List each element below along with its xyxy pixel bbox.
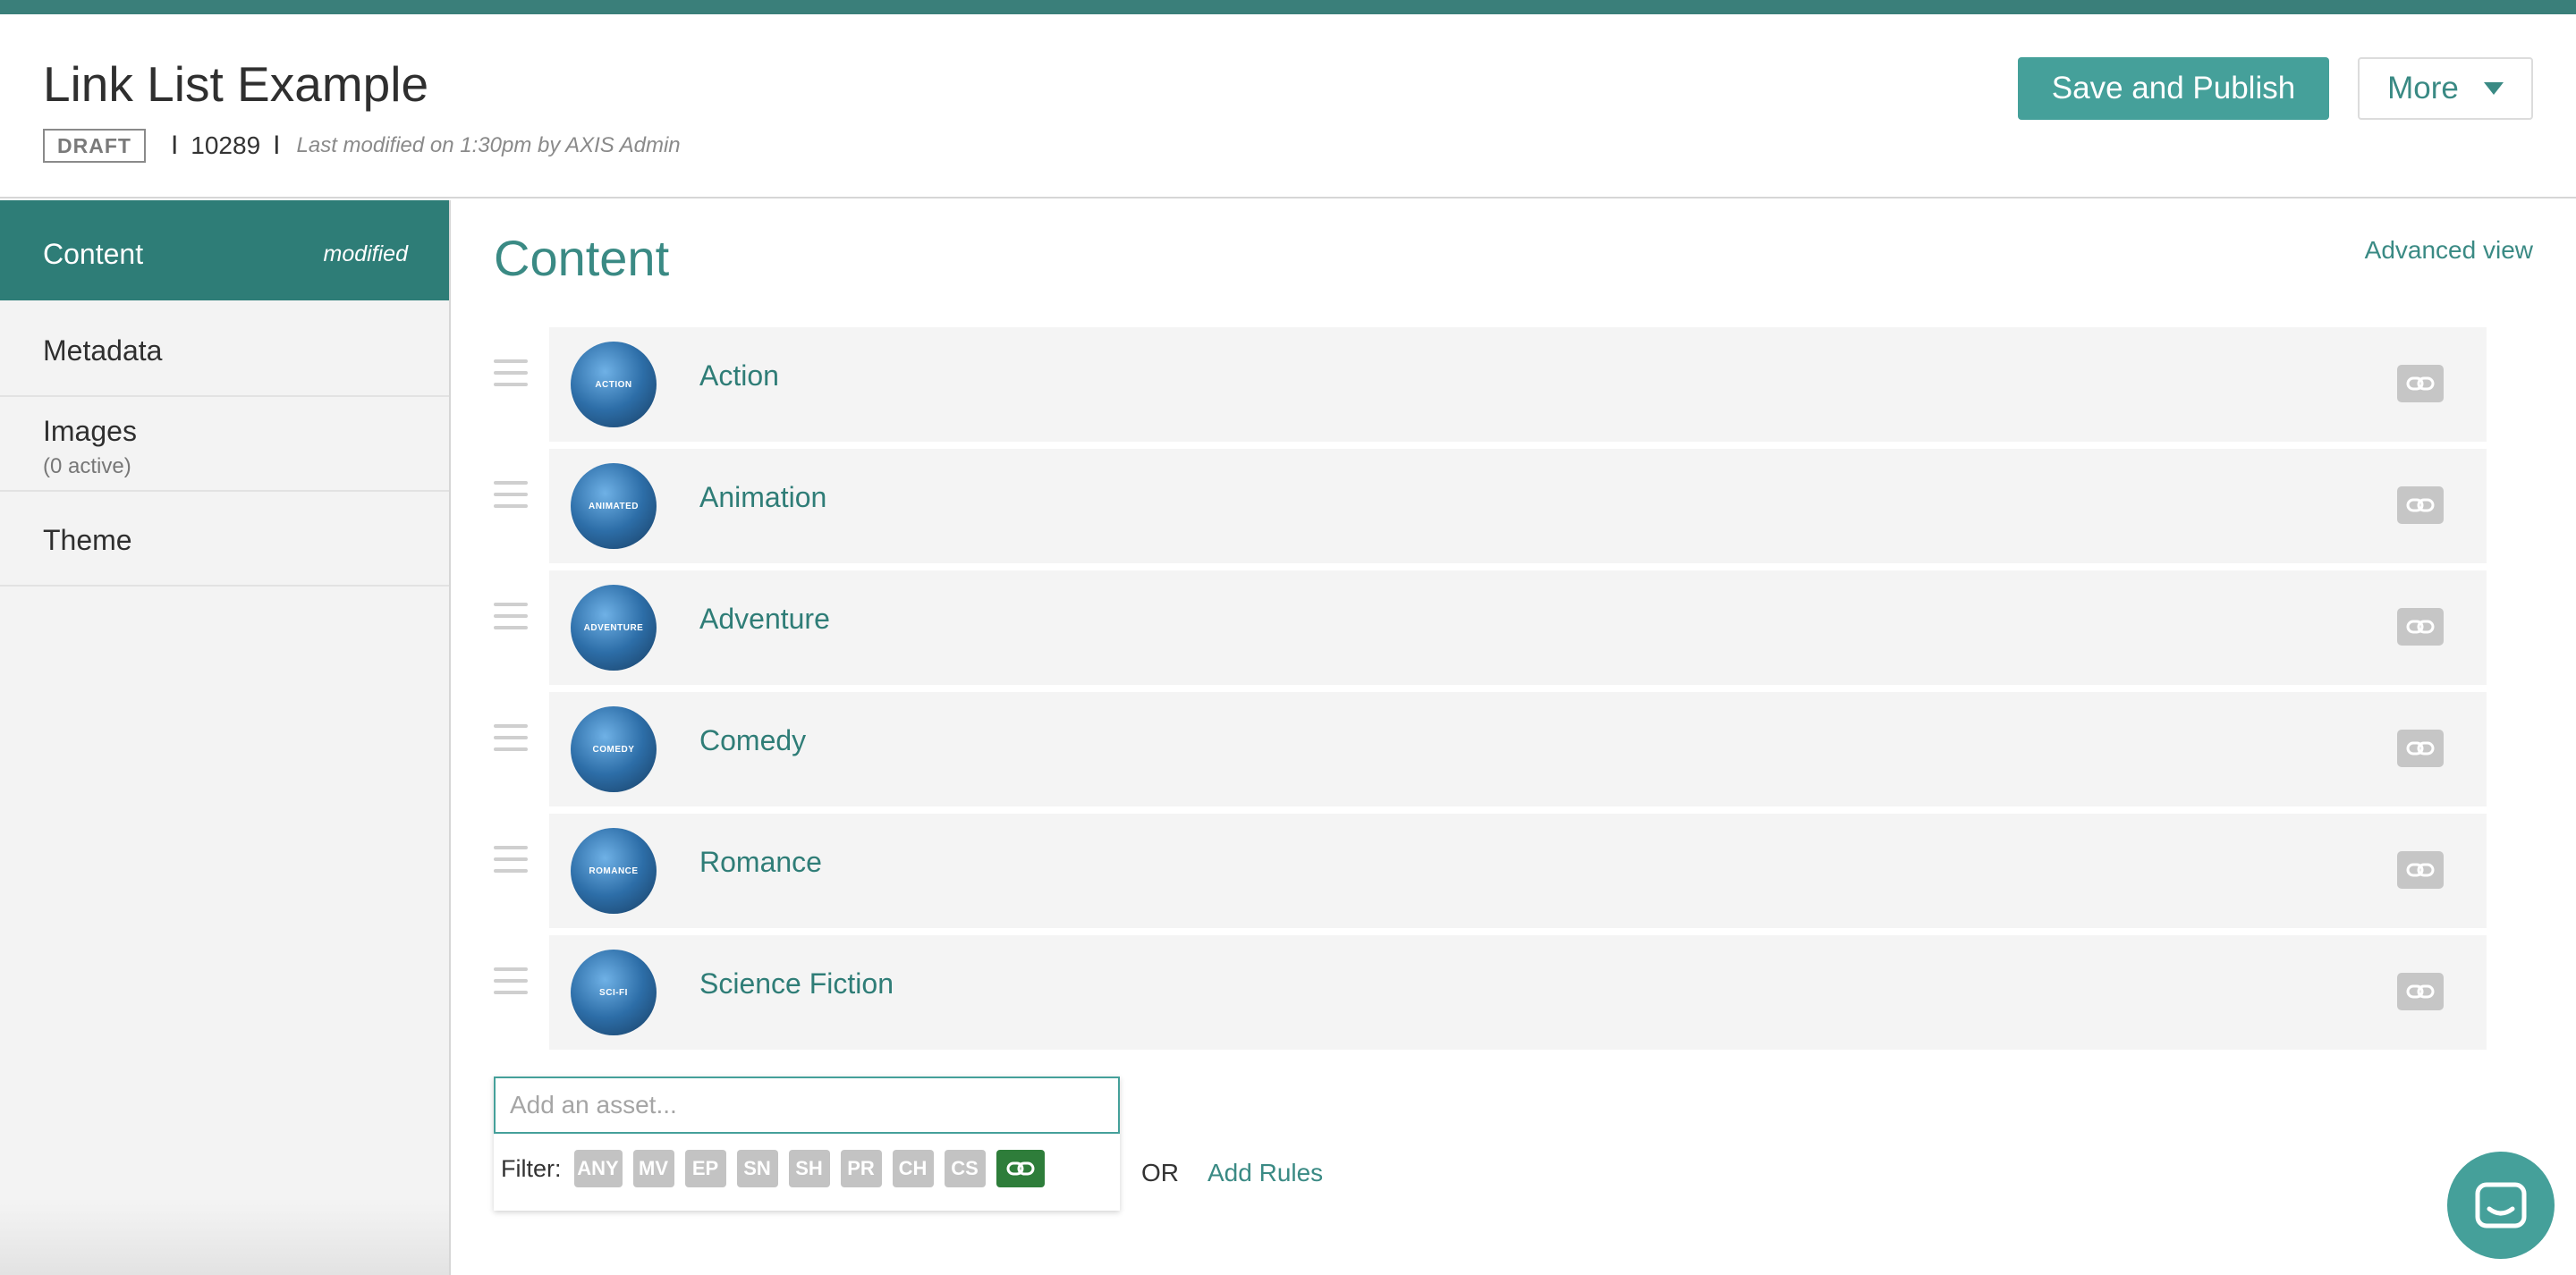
sidebar-item-sublabel: (0 active) bbox=[43, 454, 131, 478]
sidebar-item-label: Theme bbox=[43, 524, 132, 556]
list-item: SCI-FI Science Fiction bbox=[494, 935, 2488, 1057]
link-icon[interactable] bbox=[2397, 973, 2444, 1010]
caret-down-icon bbox=[2483, 82, 2504, 95]
list-item: ANIMATED Animation bbox=[494, 449, 2488, 570]
filter-chip-mv[interactable]: MV bbox=[632, 1150, 674, 1187]
list-item-row[interactable]: COMEDY Comedy bbox=[549, 692, 2487, 806]
filter-chip-ep[interactable]: EP bbox=[684, 1150, 726, 1187]
drag-handle-icon[interactable] bbox=[494, 603, 528, 629]
filter-chip-any[interactable]: ANY bbox=[573, 1150, 623, 1187]
list-item-label[interactable]: Comedy bbox=[699, 724, 806, 757]
thumbnail-image: SCI-FI bbox=[571, 950, 657, 1035]
more-dropdown-button[interactable]: More bbox=[2358, 57, 2533, 120]
page-title: Link List Example bbox=[43, 56, 429, 112]
save-and-publish-button[interactable]: Save and Publish bbox=[2018, 57, 2329, 120]
sidebar-fade bbox=[0, 1203, 449, 1275]
link-icon[interactable] bbox=[2397, 486, 2444, 524]
add-rules-link[interactable]: Add Rules bbox=[1208, 1159, 1323, 1187]
drag-handle-icon[interactable] bbox=[494, 846, 528, 873]
list-item: ADVENTURE Adventure bbox=[494, 570, 2488, 692]
main-content: Content Advanced view ACTION Action ANIM… bbox=[453, 200, 2576, 1275]
list-item: ACTION Action bbox=[494, 327, 2488, 449]
filter-chip-sh[interactable]: SH bbox=[788, 1150, 830, 1187]
page-header: Link List Example DRAFT I 10289 I Last m… bbox=[0, 14, 2576, 198]
filter-bar: Filter: ANY MV EP SN SH PR CH CS bbox=[501, 1150, 1055, 1187]
filter-chip-cs[interactable]: CS bbox=[944, 1150, 986, 1187]
last-modified: Last modified on 1:30pm by AXIS Admin bbox=[296, 133, 681, 157]
list-item-label[interactable]: Animation bbox=[699, 481, 826, 514]
sidebar: Content modified Metadata Images (0 acti… bbox=[0, 200, 451, 1275]
list-item-label[interactable]: Adventure bbox=[699, 603, 830, 636]
or-label: OR bbox=[1141, 1159, 1179, 1186]
list-item-row[interactable]: ANIMATED Animation bbox=[549, 449, 2487, 563]
filter-chip-pr[interactable]: PR bbox=[840, 1150, 882, 1187]
section-title: Content bbox=[494, 230, 670, 286]
thumbnail-image: ADVENTURE bbox=[571, 585, 657, 671]
list-item-row[interactable]: SCI-FI Science Fiction bbox=[549, 935, 2487, 1050]
list-item-row[interactable]: ACTION Action bbox=[549, 327, 2487, 442]
advanced-view-link[interactable]: Advanced view bbox=[2365, 236, 2533, 265]
link-list: ACTION Action ANIMATED Animation ADVENTU… bbox=[494, 327, 2488, 1057]
list-item-row[interactable]: ADVENTURE Adventure bbox=[549, 570, 2487, 685]
sidebar-item-content[interactable]: Content modified bbox=[0, 200, 449, 300]
sidebar-item-label: Metadata bbox=[43, 334, 163, 367]
filter-chip-ch[interactable]: CH bbox=[892, 1150, 934, 1187]
list-item-label[interactable]: Romance bbox=[699, 846, 822, 879]
drag-handle-icon[interactable] bbox=[494, 724, 528, 751]
thumbnail-image: ANIMATED bbox=[571, 463, 657, 549]
modified-indicator: modified bbox=[323, 241, 409, 266]
meta-separator: I bbox=[273, 131, 281, 160]
sidebar-item-label: Content bbox=[43, 238, 144, 270]
thumbnail-image: ROMANCE bbox=[571, 828, 657, 914]
filter-chip-sn[interactable]: SN bbox=[736, 1150, 778, 1187]
sidebar-item-theme[interactable]: Theme bbox=[0, 492, 449, 587]
status-badge: DRAFT bbox=[43, 129, 146, 163]
list-item: COMEDY Comedy bbox=[494, 692, 2488, 814]
sidebar-item-label: Images bbox=[43, 415, 137, 447]
top-accent-bar bbox=[0, 0, 2576, 14]
chat-launcher-button[interactable] bbox=[2447, 1152, 2555, 1259]
link-icon[interactable] bbox=[2397, 608, 2444, 646]
thumbnail-image: COMEDY bbox=[571, 706, 657, 792]
item-id: 10289 bbox=[191, 131, 261, 159]
sidebar-item-metadata[interactable]: Metadata bbox=[0, 300, 449, 397]
link-icon[interactable] bbox=[996, 1150, 1045, 1187]
sidebar-item-images[interactable]: Images (0 active) bbox=[0, 397, 449, 492]
add-asset-panel: Filter: ANY MV EP SN SH PR CH CS bbox=[494, 1077, 1120, 1211]
list-item-row[interactable]: ROMANCE Romance bbox=[549, 814, 2487, 928]
link-icon[interactable] bbox=[2397, 730, 2444, 767]
filter-label: Filter: bbox=[501, 1154, 562, 1182]
page-meta: DRAFT I 10289 I Last modified on 1:30pm … bbox=[43, 129, 681, 163]
list-item: ROMANCE Romance bbox=[494, 814, 2488, 935]
list-item-label[interactable]: Science Fiction bbox=[699, 967, 894, 1001]
drag-handle-icon[interactable] bbox=[494, 359, 528, 386]
drag-handle-icon[interactable] bbox=[494, 967, 528, 994]
list-item-label[interactable]: Action bbox=[699, 359, 779, 393]
meta-separator: I bbox=[170, 131, 179, 160]
chat-icon bbox=[2475, 1182, 2527, 1229]
drag-handle-icon[interactable] bbox=[494, 481, 528, 508]
add-asset-input[interactable] bbox=[494, 1077, 1120, 1134]
link-icon[interactable] bbox=[2397, 851, 2444, 889]
more-label: More bbox=[2387, 71, 2459, 106]
thumbnail-image: ACTION bbox=[571, 342, 657, 427]
link-icon[interactable] bbox=[2397, 365, 2444, 402]
